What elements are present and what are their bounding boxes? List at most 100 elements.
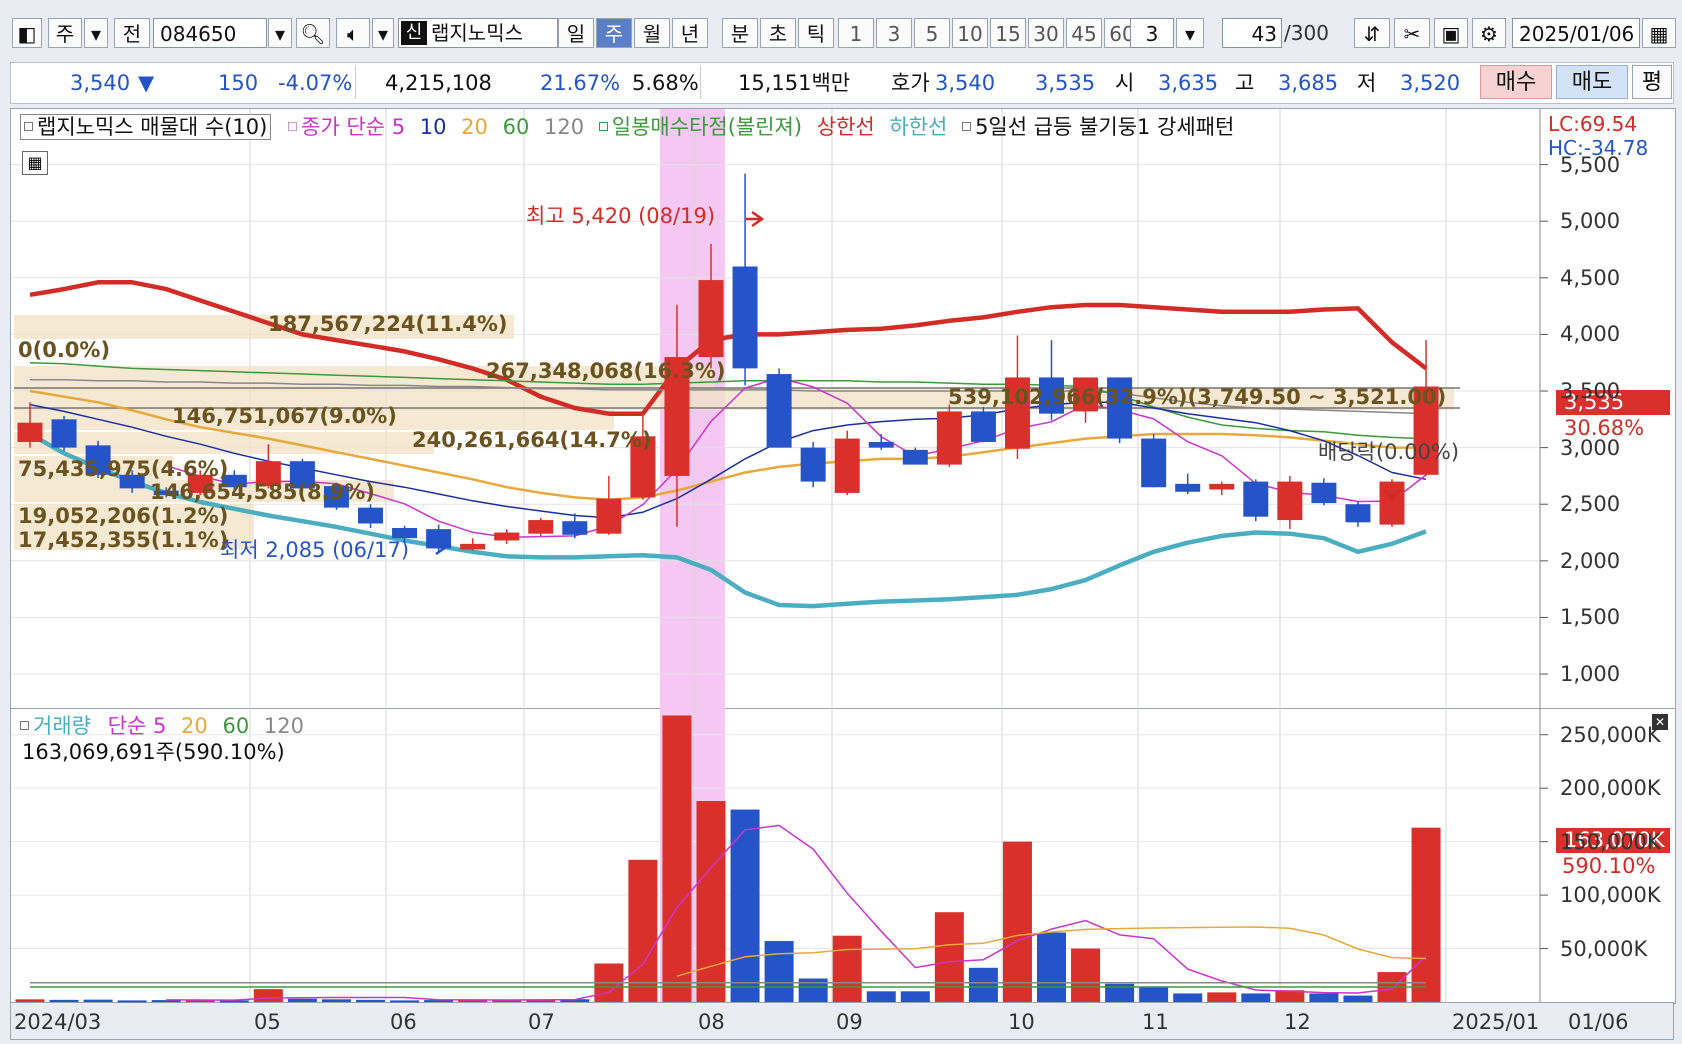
legend-lower: 하한선 — [889, 115, 948, 139]
volume-title[interactable]: 거래량 — [33, 714, 91, 738]
volume-bar — [1241, 993, 1271, 1002]
date-tick-label: 08 — [698, 1010, 725, 1034]
volume-bar — [934, 912, 964, 1002]
candle-body — [426, 529, 452, 549]
volume-bar — [968, 967, 998, 1002]
volume-bar — [1309, 993, 1339, 1002]
legend-marker-icon — [962, 122, 972, 131]
legend-pattern[interactable]: 5일선 급등 불기둥1 강세패턴 — [975, 115, 1234, 139]
volume-profile-label: 146,654,585(8.9%) — [150, 480, 375, 504]
date-tick-label: 2024/03 — [14, 1010, 102, 1034]
volume-bar — [662, 715, 692, 1002]
candle-body — [698, 280, 724, 358]
volume-bar — [730, 809, 760, 1002]
volume-bar — [1207, 992, 1237, 1002]
volume-legend: 거래량 단순 5 20 60 120 — [20, 714, 304, 738]
volume-ma5-line — [166, 824, 1427, 1001]
volume-bar — [696, 801, 726, 1002]
high-annotation: 최고 5,420 (08/19) — [526, 204, 716, 228]
price-tick-label: 3,000 — [1560, 435, 1621, 460]
candle-body — [494, 532, 520, 541]
legend-ma10: 10 — [419, 115, 447, 139]
price-tick-label: 1,000 — [1560, 662, 1621, 687]
legend-upper: 상한선 — [816, 115, 875, 139]
candle-body — [902, 449, 928, 465]
candle-body — [1379, 481, 1405, 525]
date-tick-label: 10 — [1008, 1010, 1035, 1034]
price-tick-label: 2,500 — [1560, 492, 1621, 517]
legend-marker-icon — [20, 721, 29, 730]
candle-body — [766, 374, 792, 448]
candle-body — [1311, 482, 1337, 504]
volume-bar — [321, 999, 351, 1002]
volume-ma60: 60 — [222, 714, 250, 738]
volume-tick-label: 250,000K — [1560, 722, 1661, 747]
price-tick-label: 4,000 — [1560, 322, 1621, 347]
candle-body — [1209, 483, 1235, 490]
volume-current: 163,069,691주(590.10%) — [22, 740, 285, 764]
volume-bar — [49, 999, 79, 1002]
volume-bar — [117, 1000, 147, 1003]
volume-profile-label: 187,567,224(11.4%) — [268, 312, 508, 336]
volume-ma20: 20 — [181, 714, 208, 738]
price-tick-label: 4,500 — [1560, 265, 1621, 290]
chart-canvas[interactable] — [0, 0, 1682, 1044]
price-tick-label: 5,500 — [1560, 152, 1621, 177]
candle-body — [732, 266, 758, 369]
date-tick-label: 07 — [528, 1010, 555, 1034]
legend-ma120: 120 — [544, 115, 585, 139]
price-tick-label: 5,000 — [1560, 209, 1621, 234]
legend-ma-label[interactable]: 종가 단순 — [301, 115, 385, 139]
lc-value: LC:69.54 — [1548, 112, 1638, 136]
volume-profile-label: 146,751,067(9.0%) — [172, 404, 397, 428]
volume-tick-label: 100,000K — [1560, 883, 1661, 908]
volume-profile-label: 19,052,206(1.2%) — [18, 504, 229, 528]
price-tick-label: 3,500 — [1560, 379, 1621, 404]
legend-profile[interactable]: 랩지노믹스 매물대 수(10) — [37, 115, 267, 139]
volume-bar — [866, 991, 896, 1002]
date-tick-label: 12 — [1284, 1010, 1311, 1034]
volume-tick-label: 50,000K — [1560, 936, 1648, 961]
dividend-annotation: 배당락(0.00%) — [1318, 440, 1460, 464]
date-tick-label: 11 — [1142, 1010, 1169, 1034]
candle-body — [51, 419, 77, 448]
volume-bar — [1139, 987, 1169, 1002]
volume-bar — [1411, 827, 1441, 1002]
candle-body — [1175, 483, 1201, 492]
volume-profile-label: 240,261,664(14.7%) — [412, 428, 652, 452]
volume-ma-label: 단순 — [107, 714, 147, 738]
candle-body — [834, 438, 860, 493]
volume-ma120: 120 — [263, 714, 304, 738]
legend-ma20: 20 — [461, 115, 488, 139]
volume-tick-label: 200,000K — [1560, 776, 1661, 801]
volume-bar — [356, 999, 385, 1002]
candle-body — [392, 528, 418, 539]
candle-body — [1345, 504, 1371, 523]
candle-body — [970, 411, 996, 442]
volume-bar — [253, 989, 283, 1002]
date-tick-label: 2025/01 — [1452, 1010, 1540, 1034]
volume-profile-label: 75,435,975(4.6%) — [18, 457, 229, 481]
price-tick-label: 2,000 — [1560, 548, 1621, 573]
volume-ma5: 5 — [152, 714, 167, 738]
legend-bollinger[interactable]: 일봉매수타점(볼린져) — [612, 115, 802, 139]
high-arrow-icon — [746, 210, 765, 228]
legend-marker-icon — [598, 122, 608, 131]
volume-bar — [15, 999, 45, 1002]
legend-ma5: 5 — [391, 115, 406, 139]
candle-body — [528, 520, 554, 534]
price-tick-label: 1,500 — [1560, 605, 1621, 630]
volume-bar — [1173, 993, 1203, 1002]
candle-body — [17, 422, 43, 442]
volume-bar — [83, 999, 113, 1002]
table-icon[interactable]: ▦ — [22, 151, 48, 175]
volume-bar — [390, 1000, 420, 1003]
volume-bar — [832, 935, 862, 1002]
current-volume-pct: 590.10% — [1562, 854, 1656, 878]
candle-body — [562, 521, 588, 535]
volume-bar — [1037, 932, 1066, 1002]
volume-bar — [628, 859, 658, 1002]
low-annotation: 최저 2,085 (06/17) — [220, 538, 410, 562]
candle-body — [1243, 481, 1269, 517]
date-tick-label: 06 — [390, 1010, 417, 1034]
